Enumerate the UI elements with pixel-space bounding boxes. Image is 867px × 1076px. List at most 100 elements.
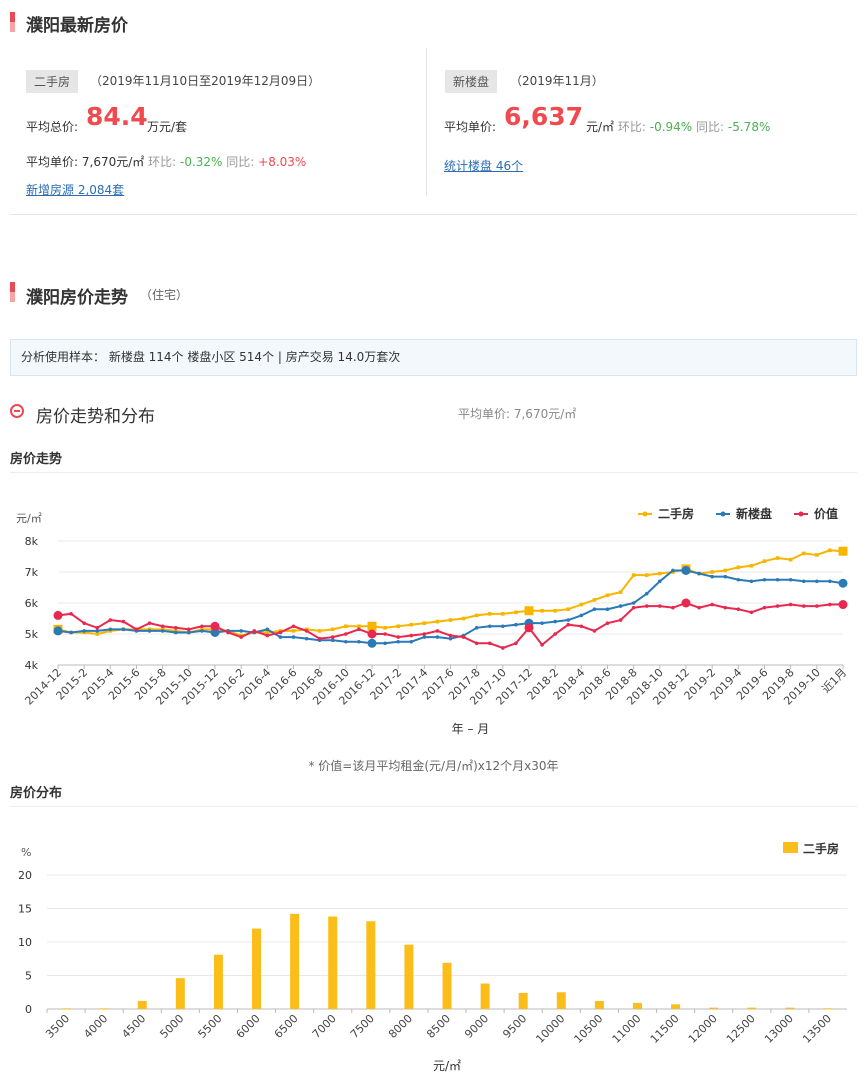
data-point xyxy=(367,638,377,648)
data-point xyxy=(239,629,243,633)
data-point xyxy=(252,629,257,633)
data-point xyxy=(697,571,701,576)
bar xyxy=(709,1007,719,1009)
data-point xyxy=(200,624,204,629)
data-point xyxy=(618,590,623,594)
data-point xyxy=(524,623,534,633)
data-point xyxy=(838,546,848,556)
legend-label: 价值 xyxy=(814,506,838,521)
data-point xyxy=(121,619,126,624)
page-title: 濮阳最新房价 xyxy=(26,16,128,36)
mom-value: -0.32% xyxy=(179,155,223,169)
data-point xyxy=(828,602,832,607)
data-point xyxy=(435,629,440,633)
section-divider xyxy=(10,214,857,215)
data-point xyxy=(95,629,100,633)
legend-label: 二手房 xyxy=(658,506,694,521)
new-yoy-label: 同比: xyxy=(696,120,725,134)
data-point xyxy=(357,639,361,644)
new-house-avg-label: 平均单价: xyxy=(444,120,497,134)
yoy-label: 同比: xyxy=(226,155,255,169)
data-point xyxy=(291,624,296,629)
data-point xyxy=(566,607,571,611)
data-point xyxy=(801,579,806,584)
data-point xyxy=(409,633,414,638)
data-point xyxy=(710,570,714,574)
x-tick-label: 13500 xyxy=(800,1012,834,1046)
data-point xyxy=(501,646,505,650)
data-point xyxy=(605,621,610,625)
data-point xyxy=(383,641,387,646)
section-marker xyxy=(10,12,15,32)
data-point xyxy=(671,568,675,573)
mom-label: 环比: xyxy=(148,155,177,169)
data-point xyxy=(357,624,361,629)
avg-total-label: 平均总价: xyxy=(26,120,79,134)
data-point xyxy=(540,621,544,625)
data-point xyxy=(95,626,100,630)
data-point xyxy=(435,619,440,624)
data-point xyxy=(82,629,86,633)
data-point xyxy=(838,578,848,588)
data-point xyxy=(553,632,557,636)
data-point xyxy=(134,627,139,632)
x-tick-label: 4000 xyxy=(81,1012,110,1041)
data-point xyxy=(69,630,73,635)
stats-link[interactable]: 统计楼盘 46个 xyxy=(444,157,523,174)
data-point xyxy=(383,632,387,636)
data-point xyxy=(108,618,113,622)
data-point xyxy=(367,629,377,639)
data-point xyxy=(605,607,610,611)
data-point xyxy=(95,632,100,636)
dist-title: 房价走势和分布 xyxy=(36,407,155,427)
data-point xyxy=(147,629,152,633)
collapse-icon[interactable] xyxy=(10,404,24,418)
data-point xyxy=(383,626,387,630)
data-point xyxy=(53,610,63,620)
x-tick-label: 7500 xyxy=(348,1012,377,1041)
bar xyxy=(213,954,223,1009)
data-point xyxy=(736,565,741,570)
data-point xyxy=(540,608,544,613)
data-point xyxy=(461,635,466,639)
data-point xyxy=(108,627,113,632)
data-point xyxy=(828,579,832,584)
data-point xyxy=(524,606,534,616)
data-point xyxy=(736,607,741,611)
new-listings-link[interactable]: 新增房源 2,084套 xyxy=(26,181,124,198)
x-axis-label: 元/㎡ xyxy=(433,1059,461,1073)
bar xyxy=(518,992,528,1009)
data-point xyxy=(681,565,691,575)
data-point xyxy=(566,618,571,622)
y-tick-label: 10 xyxy=(18,936,32,949)
data-point xyxy=(658,579,662,584)
data-point xyxy=(828,548,832,553)
data-point xyxy=(775,577,780,582)
data-point xyxy=(173,626,178,630)
x-axis-label: 年 – 月 xyxy=(452,722,490,736)
x-tick-label: 近1月 xyxy=(819,666,849,696)
avg-total-unit: 万元/套 xyxy=(147,120,188,134)
data-point xyxy=(173,630,178,635)
x-tick-label: 13000 xyxy=(762,1012,796,1046)
data-point xyxy=(422,632,427,636)
data-point xyxy=(697,605,701,610)
avg-total-value: 84.4 xyxy=(86,102,148,131)
data-point xyxy=(187,630,191,635)
legend-marker xyxy=(642,511,648,517)
data-point xyxy=(317,629,322,633)
data-point xyxy=(605,593,610,598)
bar xyxy=(61,1008,71,1010)
data-point xyxy=(239,635,243,639)
data-point xyxy=(631,573,636,577)
bar xyxy=(99,1008,109,1010)
data-point xyxy=(278,630,283,635)
data-point xyxy=(278,635,283,639)
x-tick-label: 12500 xyxy=(724,1012,758,1046)
y-tick-label: 4k xyxy=(25,659,39,672)
dist-avg-label: 平均单价: 7,670元/㎡ xyxy=(458,407,577,421)
data-point xyxy=(210,621,220,631)
data-point xyxy=(514,622,518,627)
x-tick-label: 6000 xyxy=(234,1012,263,1041)
data-point xyxy=(121,627,126,632)
